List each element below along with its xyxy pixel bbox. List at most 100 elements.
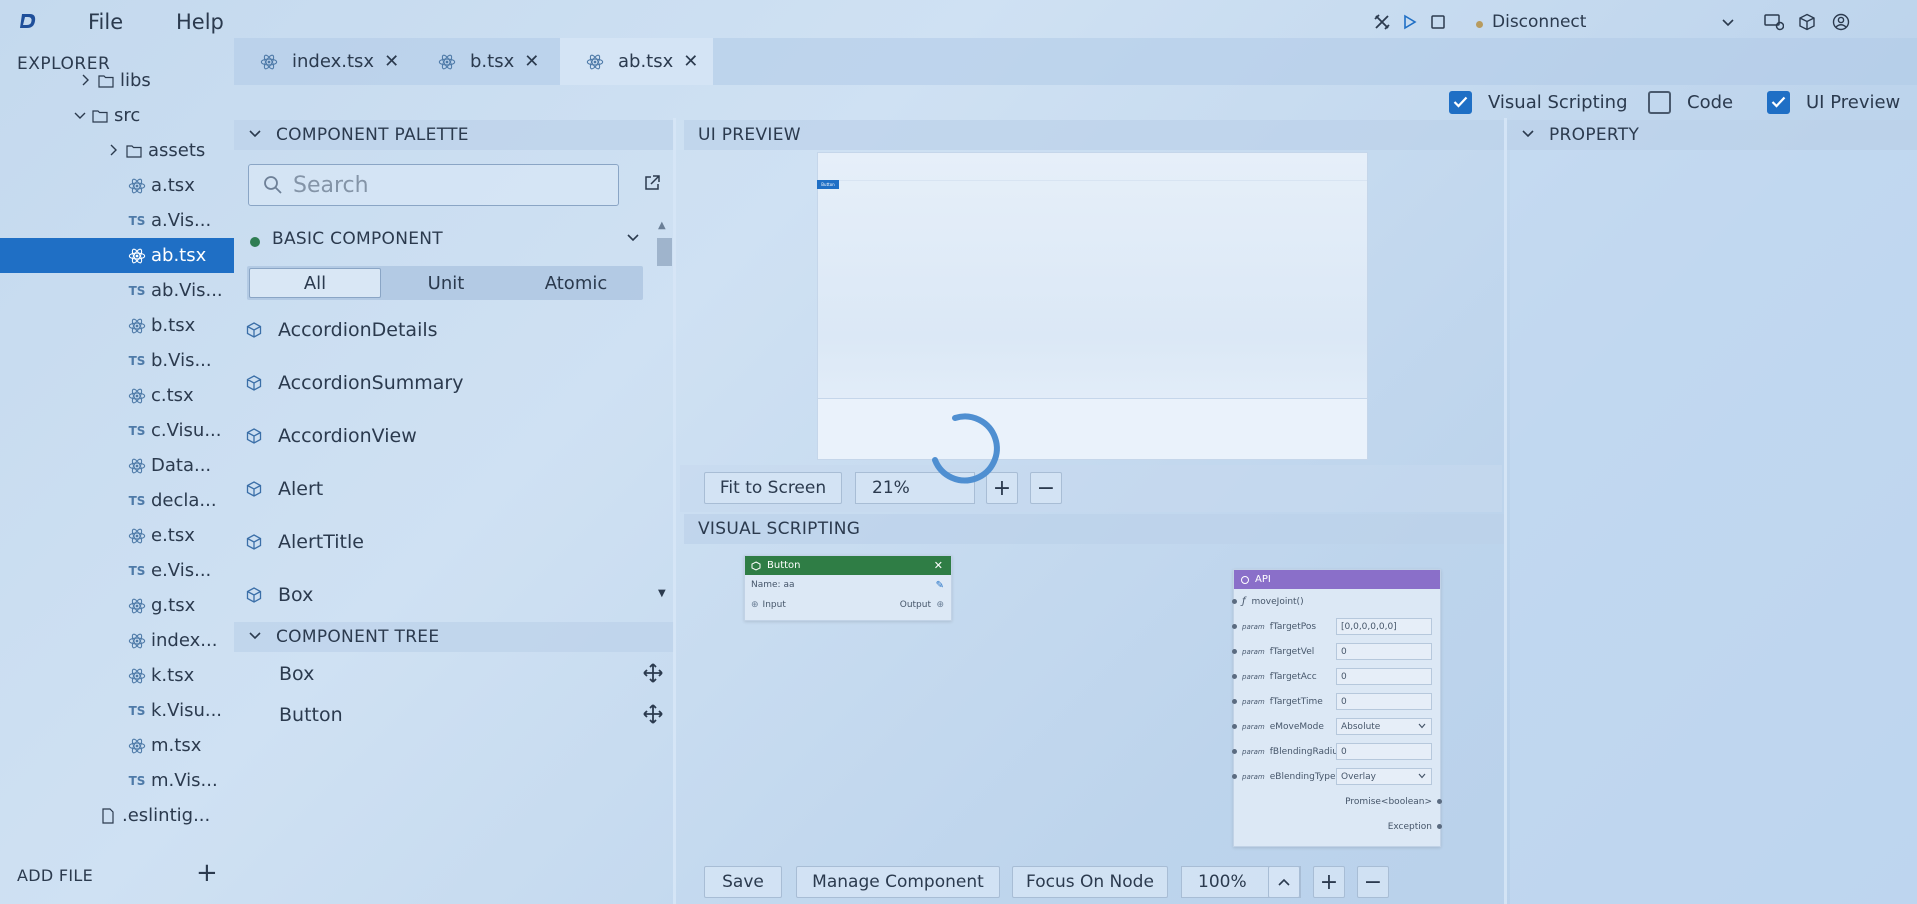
scroll-up-icon[interactable]: ▲ bbox=[658, 220, 666, 231]
toggle-ui-preview[interactable]: UI Preview bbox=[1767, 90, 1900, 114]
toggle-visual-scripting[interactable]: Visual Scripting bbox=[1449, 90, 1628, 114]
component-tree-header[interactable]: COMPONENT TREE bbox=[234, 622, 674, 652]
chevron-down-icon[interactable] bbox=[72, 106, 88, 125]
tab-index-tsx[interactable]: index.tsx ✕ bbox=[234, 38, 406, 85]
preview-mini-button[interactable]: Button bbox=[817, 180, 839, 189]
explorer-item[interactable]: TS a.Vis... bbox=[0, 203, 234, 238]
param-pin[interactable] bbox=[1232, 699, 1237, 704]
panel-divider[interactable] bbox=[1504, 118, 1507, 904]
checkbox-unchecked-icon[interactable] bbox=[1648, 90, 1671, 114]
cube-icon[interactable] bbox=[1797, 12, 1817, 32]
palette-item[interactable]: Box bbox=[246, 580, 313, 610]
move-icon[interactable] bbox=[643, 704, 663, 724]
explorer-item[interactable]: ab.tsx bbox=[0, 238, 234, 273]
explorer-item[interactable]: b.tsx bbox=[0, 308, 234, 343]
param-input[interactable]: 0 bbox=[1336, 668, 1432, 685]
explorer-item[interactable]: a.tsx bbox=[0, 168, 234, 203]
chevron-down-icon[interactable] bbox=[248, 127, 262, 143]
explorer-item[interactable]: TS decla... bbox=[0, 483, 234, 518]
palette-item[interactable]: Alert bbox=[246, 474, 323, 504]
explorer-item[interactable]: c.tsx bbox=[0, 378, 234, 413]
search-input[interactable] bbox=[293, 172, 593, 198]
explorer-item[interactable]: libs bbox=[0, 63, 234, 98]
param-input[interactable]: 0 bbox=[1336, 693, 1432, 710]
edit-icon[interactable]: ✎ bbox=[936, 580, 944, 591]
tab-b-tsx[interactable]: b.tsx ✕ bbox=[412, 38, 560, 85]
param-select[interactable]: Overlay bbox=[1336, 768, 1432, 785]
zoom-out-button[interactable]: − bbox=[1030, 472, 1062, 504]
param-pin[interactable] bbox=[1232, 724, 1237, 729]
checkbox-checked-icon[interactable] bbox=[1767, 90, 1790, 114]
panel-divider[interactable] bbox=[673, 118, 676, 904]
menu-file[interactable]: File bbox=[88, 10, 123, 34]
explorer-item[interactable]: TS b.Vis... bbox=[0, 343, 234, 378]
connection-label[interactable]: Disconnect bbox=[1492, 12, 1586, 32]
palette-item[interactable]: AccordionSummary bbox=[246, 368, 463, 398]
tree-item-box[interactable]: Box bbox=[279, 663, 314, 685]
explorer-item[interactable]: g.tsx bbox=[0, 588, 234, 623]
toggle-code[interactable]: Code bbox=[1648, 90, 1733, 114]
api-node-header[interactable]: API bbox=[1234, 570, 1440, 589]
palette-item[interactable]: AccordionDetails bbox=[246, 315, 438, 345]
vs-zoom-out-button[interactable]: − bbox=[1357, 866, 1389, 898]
chevron-down-icon[interactable] bbox=[1521, 127, 1535, 143]
return-pin[interactable] bbox=[1437, 799, 1442, 804]
chevron-right-icon[interactable] bbox=[78, 71, 94, 90]
explorer-item[interactable]: m.tsx bbox=[0, 728, 234, 763]
chevron-down-icon[interactable] bbox=[1718, 12, 1738, 32]
explorer-item[interactable]: TS k.Visu... bbox=[0, 693, 234, 728]
palette-header[interactable]: COMPONENT PALETTE bbox=[234, 120, 674, 150]
tab-ab-tsx[interactable]: ab.tsx ✕ bbox=[560, 38, 713, 85]
play-icon[interactable] bbox=[1399, 12, 1419, 32]
explorer-item[interactable]: k.tsx bbox=[0, 658, 234, 693]
chevron-right-icon[interactable] bbox=[106, 141, 122, 160]
tools-icon[interactable] bbox=[1372, 12, 1392, 32]
vs-zoom-in-button[interactable]: + bbox=[1313, 866, 1345, 898]
explorer-item[interactable]: TS ab.Vis... bbox=[0, 273, 234, 308]
manage-component-button[interactable]: Manage Component bbox=[796, 866, 1000, 898]
explorer-item[interactable]: assets bbox=[0, 133, 234, 168]
checkbox-checked-icon[interactable] bbox=[1449, 90, 1472, 114]
account-icon[interactable] bbox=[1831, 12, 1851, 32]
button-node-header[interactable]: Button ✕ bbox=[745, 556, 951, 575]
api-node[interactable]: API ƒ moveJoint() param fTargetPos [0,0,0,… bbox=[1232, 569, 1442, 847]
palette-item[interactable]: AlertTitle bbox=[246, 527, 364, 557]
exec-in-pin[interactable] bbox=[1232, 599, 1237, 604]
palette-scrollbar[interactable] bbox=[655, 218, 673, 604]
param-pin[interactable] bbox=[1232, 774, 1237, 779]
focus-on-node-button[interactable]: Focus On Node bbox=[1012, 866, 1168, 898]
explorer-item[interactable]: TS e.Vis... bbox=[0, 553, 234, 588]
scroll-down-icon[interactable]: ▼ bbox=[658, 588, 666, 599]
save-button[interactable]: Save bbox=[704, 866, 782, 898]
palette-item[interactable]: AccordionView bbox=[246, 421, 417, 451]
param-input[interactable]: [0,0,0,0,0,0] bbox=[1336, 618, 1432, 635]
param-select[interactable]: Absolute bbox=[1336, 718, 1432, 735]
zoom-stepper-up-button[interactable] bbox=[1268, 866, 1300, 898]
menu-help[interactable]: Help bbox=[176, 10, 224, 34]
segment-all[interactable]: All bbox=[249, 268, 381, 298]
scrollbar-thumb[interactable] bbox=[657, 238, 672, 266]
close-icon[interactable]: ✕ bbox=[384, 51, 399, 72]
close-icon[interactable]: ✕ bbox=[524, 51, 539, 72]
tree-item-button[interactable]: Button bbox=[279, 704, 343, 726]
device-icon[interactable] bbox=[1764, 12, 1784, 32]
explorer-item[interactable]: TS c.Visu... bbox=[0, 413, 234, 448]
input-pin-icon[interactable]: ⊕ bbox=[751, 600, 759, 610]
explorer-item[interactable]: src bbox=[0, 98, 234, 133]
exception-pin[interactable] bbox=[1437, 824, 1442, 829]
chevron-down-icon[interactable] bbox=[248, 629, 262, 645]
param-input[interactable]: 0 bbox=[1336, 743, 1432, 760]
explorer-item[interactable]: index... bbox=[0, 623, 234, 658]
fit-to-screen-button[interactable]: Fit to Screen bbox=[704, 472, 842, 504]
output-pin-icon[interactable]: ⊕ bbox=[936, 600, 944, 610]
button-node[interactable]: Button ✕ Name: aa ✎ ⊕ Input Output ⊕ bbox=[744, 555, 952, 621]
param-input[interactable]: 0 bbox=[1336, 643, 1432, 660]
param-pin[interactable] bbox=[1232, 624, 1237, 629]
chevron-down-icon[interactable] bbox=[626, 229, 640, 247]
param-pin[interactable] bbox=[1232, 649, 1237, 654]
param-pin[interactable] bbox=[1232, 749, 1237, 754]
param-pin[interactable] bbox=[1232, 674, 1237, 679]
move-icon[interactable] bbox=[643, 663, 663, 683]
explorer-item[interactable]: TS m.Vis... bbox=[0, 763, 234, 798]
close-icon[interactable]: ✕ bbox=[683, 51, 698, 72]
